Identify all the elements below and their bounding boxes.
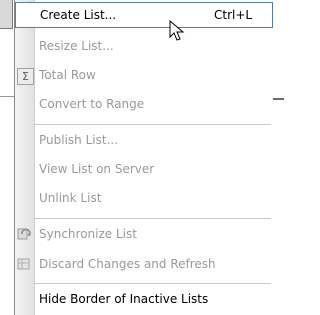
menu-separator	[35, 218, 271, 219]
background-window-edge	[0, 0, 13, 29]
menu-item-discard-changes[interactable]: Discard Changes and Refresh	[15, 252, 273, 278]
menu-separator	[35, 124, 271, 125]
menu-item-unlink-list[interactable]: Unlink List	[15, 186, 273, 212]
menu-item-label: Discard Changes and Refresh	[39, 257, 216, 271]
synchronize-icon	[17, 227, 32, 242]
menu-item-label: Convert to Range	[39, 97, 145, 111]
menu-item-shortcut: Ctrl+L	[214, 8, 253, 22]
menu-item-label: Total Row	[39, 68, 96, 82]
menu-item-resize-list[interactable]: Resize List...	[15, 34, 273, 60]
sigma-icon: Σ	[17, 68, 34, 85]
menu-item-label: Resize List...	[39, 39, 114, 53]
menu-item-publish-list[interactable]: Publish List...	[15, 128, 273, 154]
menu-item-create-list[interactable]: Create List... Ctrl+L	[15, 2, 273, 28]
menu-item-label: Synchronize List	[39, 227, 137, 241]
mouse-pointer-icon	[169, 19, 185, 45]
list-menu: Create List... Ctrl+L Resize List... Σ T…	[14, 0, 273, 315]
menu-item-label: Publish List...	[39, 133, 119, 147]
menu-item-synchronize-list[interactable]: Synchronize List	[15, 222, 273, 248]
menu-item-view-list-on-server[interactable]: View List on Server	[15, 157, 273, 183]
menu-item-label: Unlink List	[39, 191, 102, 205]
menu-separator	[35, 283, 271, 284]
menu-item-convert-to-range[interactable]: Convert to Range	[15, 92, 273, 118]
discard-icon	[17, 257, 32, 272]
menu-item-label: View List on Server	[39, 162, 155, 176]
menu-item-hide-border[interactable]: Hide Border of Inactive Lists	[15, 287, 273, 313]
menu-item-label: Create List...	[40, 8, 117, 22]
menu-item-total-row[interactable]: Σ Total Row	[15, 63, 273, 89]
menu-item-label: Hide Border of Inactive Lists	[39, 292, 209, 306]
